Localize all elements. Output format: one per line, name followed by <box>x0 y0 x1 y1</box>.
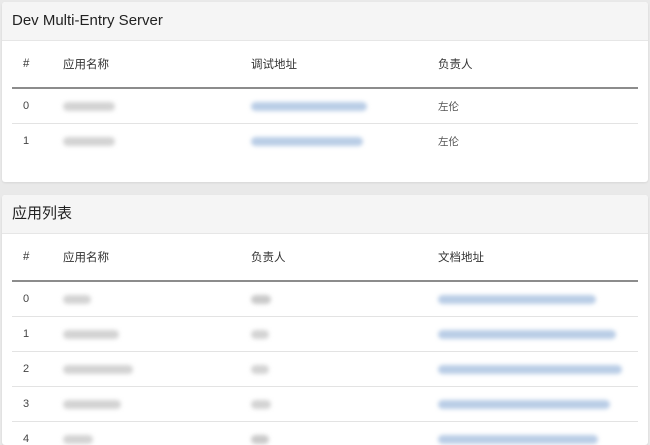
row-index: 4 <box>12 422 63 445</box>
owner-cell <box>251 422 438 445</box>
table-row: 3 <box>12 387 638 422</box>
owner-cell <box>251 281 438 317</box>
row-index: 0 <box>12 88 63 124</box>
doc-url-link[interactable] <box>438 365 622 374</box>
debug-url-cell[interactable] <box>251 88 438 124</box>
column-header-app-name: 应用名称 <box>63 234 251 281</box>
doc-url-link[interactable] <box>438 400 610 409</box>
redacted-owner <box>251 365 269 374</box>
column-header-owner: 负责人 <box>251 234 438 281</box>
doc-url-cell[interactable] <box>438 387 638 422</box>
column-header-doc-url: 文档地址 <box>438 234 638 281</box>
row-index: 1 <box>12 124 63 159</box>
app-name-cell <box>63 124 251 159</box>
redacted-owner <box>251 330 269 339</box>
column-header-index: # <box>12 234 63 281</box>
doc-url-link[interactable] <box>438 435 598 444</box>
owner-cell <box>251 387 438 422</box>
app-name-cell <box>63 88 251 124</box>
doc-url-link[interactable] <box>438 295 596 304</box>
debug-url-link[interactable] <box>251 102 367 111</box>
column-header-app-name: 应用名称 <box>63 41 251 88</box>
redacted-owner <box>251 435 269 444</box>
column-header-owner: 负责人 <box>438 41 638 88</box>
debug-url-cell[interactable] <box>251 124 438 159</box>
debug-url-link[interactable] <box>251 137 363 146</box>
redacted-app-name <box>63 330 119 339</box>
redacted-app-name <box>63 435 93 444</box>
redacted-app-name <box>63 400 121 409</box>
owner-cell: 左伦 <box>438 88 638 124</box>
table-row: 4 <box>12 422 638 445</box>
redacted-app-name <box>63 137 115 146</box>
doc-url-link[interactable] <box>438 330 616 339</box>
table-header-row: # 应用名称 负责人 文档地址 <box>12 234 638 281</box>
doc-url-cell[interactable] <box>438 281 638 317</box>
row-index: 0 <box>12 281 63 317</box>
redacted-owner <box>251 295 271 304</box>
app-list-table: # 应用名称 负责人 文档地址 0 1 2 <box>12 234 638 445</box>
doc-url-cell[interactable] <box>438 352 638 387</box>
table-header-row: # 应用名称 调试地址 负责人 <box>12 41 638 88</box>
row-index: 3 <box>12 387 63 422</box>
table-row: 2 <box>12 352 638 387</box>
column-header-index: # <box>12 41 63 88</box>
app-name-cell <box>63 387 251 422</box>
table-row: 0 左伦 <box>12 88 638 124</box>
row-index: 2 <box>12 352 63 387</box>
doc-url-cell[interactable] <box>438 422 638 445</box>
table-row: 1 左伦 <box>12 124 638 159</box>
doc-url-cell[interactable] <box>438 317 638 352</box>
table-row: 0 <box>12 281 638 317</box>
owner-cell <box>251 317 438 352</box>
app-name-cell <box>63 352 251 387</box>
dev-server-table: # 应用名称 调试地址 负责人 0 左伦 1 左伦 <box>12 41 638 158</box>
row-index: 1 <box>12 317 63 352</box>
app-list-panel: 应用列表 # 应用名称 负责人 文档地址 0 1 <box>2 195 648 445</box>
redacted-app-name <box>63 295 91 304</box>
owner-cell <box>251 352 438 387</box>
app-name-cell <box>63 281 251 317</box>
app-name-cell <box>63 422 251 445</box>
panel-title: 应用列表 <box>2 195 648 234</box>
redacted-owner <box>251 400 271 409</box>
dev-server-panel: Dev Multi-Entry Server # 应用名称 调试地址 负责人 0… <box>2 2 648 182</box>
redacted-app-name <box>63 365 133 374</box>
column-header-debug-url: 调试地址 <box>251 41 438 88</box>
panel-title: Dev Multi-Entry Server <box>2 2 648 41</box>
owner-cell: 左伦 <box>438 124 638 159</box>
app-name-cell <box>63 317 251 352</box>
redacted-app-name <box>63 102 115 111</box>
table-row: 1 <box>12 317 638 352</box>
